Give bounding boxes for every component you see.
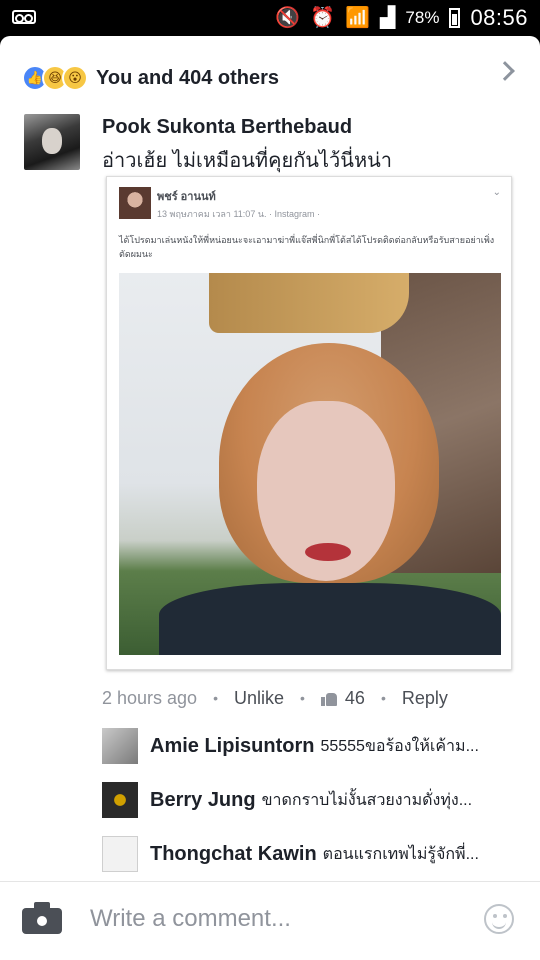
unlike-button[interactable]: Unlike: [234, 688, 284, 709]
avatar[interactable]: [102, 782, 138, 818]
separator-dot: •: [300, 690, 305, 706]
wow-icon: 😮: [62, 65, 88, 91]
reactions-count-label: You and 404 others: [96, 66, 280, 89]
alarm-icon: ⏰: [310, 7, 336, 29]
separator-dot: •: [213, 690, 218, 706]
embed-photo: [119, 273, 501, 655]
mute-icon: 🔇: [275, 7, 301, 29]
embed-avatar: [119, 187, 151, 219]
comment-input[interactable]: [90, 902, 460, 936]
comments-sheet: 👍 😆 😮 You and 404 others Pook Sukonta Be…: [0, 36, 540, 960]
avatar[interactable]: [102, 836, 138, 872]
comment-timestamp: 2 hours ago: [102, 687, 198, 708]
avatar[interactable]: [24, 114, 80, 170]
chevron-down-icon: ⌄: [492, 187, 501, 198]
like-count-value: 46: [344, 687, 365, 708]
clock: 08:56: [470, 5, 528, 30]
reply-text: ขาดกราบไม่งั้นสวยงามดั่งทุ่ง...: [261, 791, 473, 809]
like-count[interactable]: 46: [320, 687, 365, 709]
comment-image-attachment[interactable]: พชร์ อานนท์ 13 พฤษภาคม เวลา 11:07 น. · I…: [106, 176, 512, 670]
signal-icon: ▟: [380, 7, 396, 29]
reply-author[interactable]: Berry Jung: [150, 789, 256, 812]
reply-text: 55555ขอร้องให้เค้าม...: [320, 737, 479, 755]
avatar[interactable]: [102, 728, 138, 764]
chevron-right-icon[interactable]: [495, 61, 515, 81]
camera-icon[interactable]: [22, 902, 62, 934]
comment-author[interactable]: Pook Sukonta Berthebaud: [102, 116, 352, 139]
reply-item[interactable]: Amie Lipisuntorn 55555ขอร้องให้เค้าม...: [102, 728, 522, 764]
embed-author: พชร์ อานนท์: [157, 191, 216, 203]
emoji-icon[interactable]: [484, 904, 514, 934]
reply-item[interactable]: Thongchat Kawin ตอนแรกเทพไม่รู้จักพี่...: [102, 836, 522, 872]
wifi-icon: 📶: [345, 7, 371, 29]
embed-meta: 13 พฤษภาคม เวลา 11:07 น. · Instagram ·: [157, 209, 320, 219]
comment-composer: [0, 881, 540, 960]
thumbs-up-icon: [320, 690, 337, 706]
reply-author[interactable]: Amie Lipisuntorn: [150, 735, 314, 758]
embed-caption: ได้โปรดมาเล่นหนังให้พี่หน่อยนะจะเอามาฆ่า…: [119, 235, 495, 259]
comment-text: อ่าวเฮ้ย ไม่เหมือนที่คุยกันไว้นี่หน่า: [102, 150, 393, 172]
voicemail-icon: [12, 10, 36, 24]
reply-button[interactable]: Reply: [402, 688, 448, 709]
comment-actions: 2 hours ago • Unlike • 46 • Reply: [102, 686, 448, 710]
battery-icon: [449, 8, 461, 28]
reply-item[interactable]: Berry Jung ขาดกราบไม่งั้นสวยงามดั่งทุ่ง.…: [102, 782, 522, 818]
battery-percent: 78%: [405, 8, 440, 27]
separator-dot: •: [380, 690, 386, 706]
reply-author[interactable]: Thongchat Kawin: [150, 843, 317, 866]
reply-text: ตอนแรกเทพไม่รู้จักพี่...: [322, 845, 479, 863]
status-bar: 🔇 ⏰ 📶 ▟ 78% 08:56: [0, 0, 540, 36]
reactions-summary[interactable]: 👍 😆 😮 You and 404 others: [22, 62, 279, 94]
